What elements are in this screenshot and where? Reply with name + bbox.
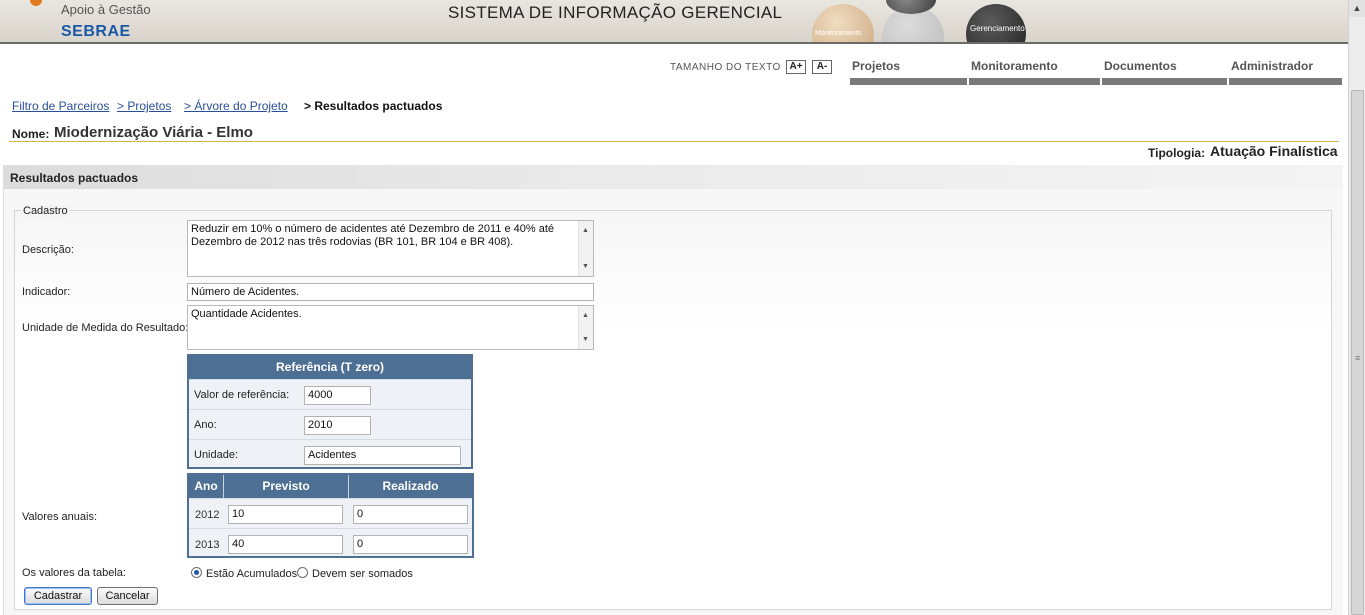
- ano-cell: 2012: [195, 509, 220, 521]
- section-header: [3, 165, 1343, 189]
- decorative-sphere: [812, 4, 874, 42]
- breadcrumb-arvore-projeto[interactable]: > Árvore do Projeto: [184, 99, 288, 113]
- column-header: Ano: [189, 475, 224, 498]
- indicador-input[interactable]: Número de Acidentes.: [187, 283, 594, 301]
- increase-text-button[interactable]: A+: [786, 60, 806, 74]
- realizado-input[interactable]: 0: [353, 535, 468, 554]
- scroll-up-arrow-icon[interactable]: ▲: [582, 224, 589, 237]
- referencia-table-title: Referência (T zero): [189, 356, 471, 379]
- project-name: Miodernização Viária - Elmo: [54, 124, 253, 141]
- table-row: Valor de referência: 4000: [189, 379, 471, 409]
- decrease-text-button[interactable]: A-: [812, 60, 832, 74]
- scroll-up-arrow-icon[interactable]: ▲: [582, 309, 589, 322]
- scroll-down-arrow-icon[interactable]: ▼: [582, 333, 589, 346]
- divider: [9, 141, 1339, 142]
- nav-underline: [850, 78, 967, 85]
- radio-acumulados-label[interactable]: Estão Acumulados: [206, 568, 297, 580]
- ano-referencia-label: Ano:: [194, 419, 217, 431]
- decorative-sphere-label: Monitoramento: [815, 30, 862, 37]
- nav-underline: [1102, 78, 1227, 85]
- project-name-label: Nome:: [12, 127, 50, 141]
- descricao-label: Descrição:: [22, 244, 74, 256]
- unidade-referencia-input[interactable]: Acidentes: [304, 446, 461, 465]
- system-title: SISTEMA DE INFORMAÇÃO GERENCIAL: [448, 3, 783, 22]
- radio-somados[interactable]: [297, 567, 308, 578]
- previsto-input[interactable]: 40: [228, 535, 343, 554]
- textarea-scrollbar[interactable]: ▲ ▼: [578, 221, 593, 276]
- tipologia-label: Tipologia:: [1148, 146, 1206, 160]
- ano-cell: 2013: [195, 539, 220, 551]
- nav-documentos[interactable]: Documentos: [1104, 59, 1177, 73]
- radio-somados-label[interactable]: Devem ser somados: [312, 568, 413, 580]
- logo-mark-icon: [30, 0, 42, 6]
- radio-acumulados[interactable]: [191, 567, 202, 578]
- unidade-medida-text: Quantidade Acidentes.: [191, 308, 302, 320]
- grip-icon: ≡: [1355, 353, 1361, 363]
- breadcrumb-projetos[interactable]: > Projetos: [117, 99, 171, 113]
- logo-subtitle: Apoio à Gestão: [61, 2, 151, 17]
- valor-referencia-input[interactable]: 4000: [304, 386, 371, 405]
- column-header: Realizado: [349, 475, 472, 498]
- cadastrar-button[interactable]: Cadastrar: [24, 587, 92, 605]
- valor-referencia-label: Valor de referência:: [194, 389, 290, 401]
- breadcrumb-filtro-parceiros[interactable]: Filtro de Parceiros: [12, 99, 109, 113]
- table-row: 2012 10 0: [189, 498, 472, 528]
- nav-administrador[interactable]: Administrador: [1231, 59, 1313, 73]
- descricao-text: Reduzir em 10% o número de acidentes até…: [191, 223, 555, 248]
- unidade-medida-label: Unidade de Medida do Resultado:: [22, 322, 189, 334]
- nav-underline: [969, 78, 1100, 85]
- previsto-input[interactable]: 10: [228, 505, 343, 524]
- tipologia-value: Atuação Finalística: [1210, 143, 1338, 159]
- scroll-down-arrow-icon[interactable]: ▼: [582, 260, 589, 273]
- nav-monitoramento[interactable]: Monitoramento: [971, 59, 1058, 73]
- logo-brand: SEBRAE: [61, 23, 131, 40]
- valores-anuais-label: Valores anuais:: [22, 511, 98, 523]
- unidade-medida-textarea[interactable]: Quantidade Acidentes. ▲ ▼: [187, 305, 594, 350]
- table-row: Unidade: Acidentes: [189, 439, 471, 469]
- page-scrollbar[interactable]: ▲ ≡: [1348, 0, 1365, 615]
- text-size-label: TAMANHO DO TEXTO: [670, 62, 781, 73]
- table-row: 2013 40 0: [189, 528, 472, 558]
- textarea-scrollbar[interactable]: ▲ ▼: [578, 306, 593, 349]
- nav-underline: [1229, 78, 1342, 85]
- section-title: Resultados pactuados: [10, 171, 139, 185]
- header-banner: Apoio à Gestão SEBRAE Monitoramento Gere…: [0, 0, 1348, 44]
- nav-projetos[interactable]: Projetos: [852, 59, 900, 73]
- indicador-label: Indicador:: [22, 286, 71, 298]
- scroll-thumb[interactable]: ≡: [1351, 90, 1364, 615]
- decorative-sphere-label: Gerenciamento: [970, 24, 1025, 33]
- valores-tabela-label: Os valores da tabela:: [22, 567, 126, 579]
- ano-referencia-input[interactable]: 2010: [304, 416, 371, 435]
- realizado-input[interactable]: 0: [353, 505, 468, 524]
- valores-anuais-table: Ano Previsto Realizado 2012 10 0 2013 40…: [187, 473, 474, 558]
- referencia-table: Referência (T zero) Valor de referência:…: [187, 354, 473, 469]
- descricao-textarea[interactable]: Reduzir em 10% o número de acidentes até…: [187, 220, 594, 277]
- fieldset-legend: Cadastro: [21, 205, 70, 217]
- breadcrumb-current: > Resultados pactuados: [304, 99, 443, 113]
- unidade-referencia-label: Unidade:: [194, 449, 239, 461]
- scroll-up-arrow-icon[interactable]: ▲: [1349, 0, 1365, 17]
- table-row: Ano: 2010: [189, 409, 471, 439]
- cancelar-button[interactable]: Cancelar: [97, 587, 158, 605]
- column-header: Previsto: [224, 475, 349, 498]
